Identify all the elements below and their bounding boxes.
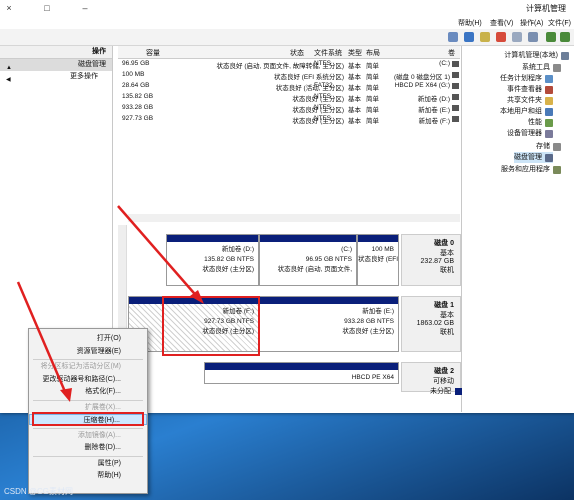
annotation-arrows bbox=[16, 205, 204, 402]
arrowhead-shrink-volume bbox=[60, 388, 72, 402]
arrow-to-shrink-volume bbox=[16, 281, 68, 395]
arrow-to-partition-f bbox=[117, 205, 201, 301]
watermark: CSDN @CG素材网 bbox=[4, 487, 74, 496]
